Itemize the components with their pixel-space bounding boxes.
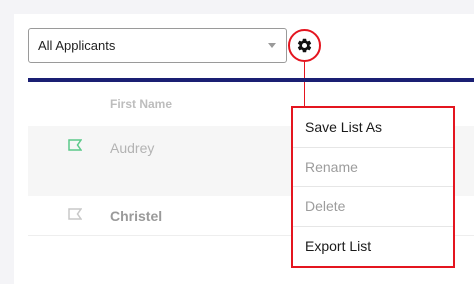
menu-item-delete[interactable]: Delete <box>293 187 453 227</box>
gear-icon <box>297 38 312 53</box>
flag-icon[interactable] <box>68 208 82 220</box>
flag-icon[interactable] <box>68 139 82 151</box>
list-filter-select[interactable]: All Applicants <box>28 28 287 63</box>
list-settings-menu: Save List As Rename Delete Export List <box>291 106 455 268</box>
chevron-down-icon <box>268 43 276 48</box>
column-header-first-name: First Name <box>110 97 173 111</box>
table-header-rule <box>28 78 474 82</box>
callout-connector <box>304 62 305 106</box>
menu-item-save-list-as[interactable]: Save List As <box>293 108 453 148</box>
first-name-cell: Audrey <box>110 140 155 156</box>
first-name-cell: Christel <box>110 208 163 224</box>
menu-item-export-list[interactable]: Export List <box>293 227 453 267</box>
menu-item-rename[interactable]: Rename <box>293 148 453 187</box>
list-settings-button[interactable] <box>288 29 321 62</box>
list-filter-value: All Applicants <box>38 38 116 53</box>
